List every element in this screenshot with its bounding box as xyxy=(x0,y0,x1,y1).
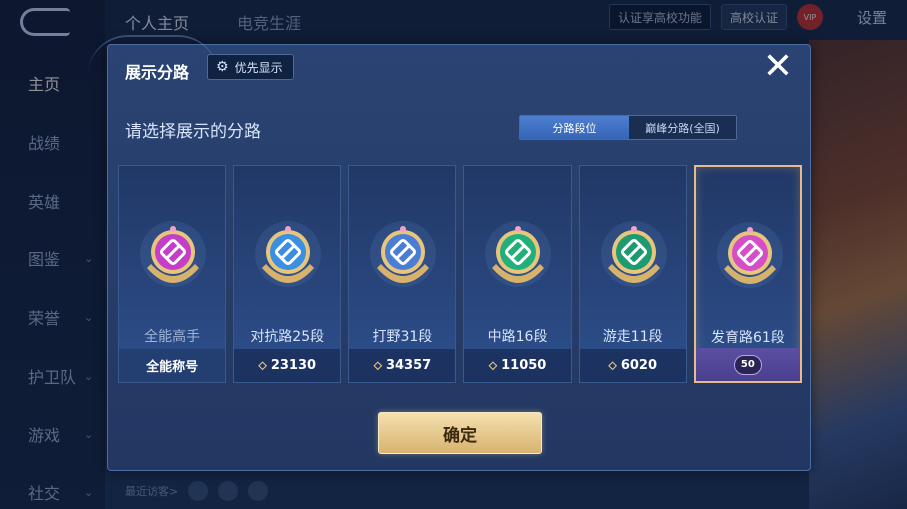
star-count-badge: 50 xyxy=(733,354,762,375)
roam-emblem xyxy=(600,221,667,287)
dialog-subtitle: 请选择展示的分路 xyxy=(125,122,261,142)
lane-card[interactable]: 发育路61段 50 xyxy=(693,165,802,383)
tab-peak-lane[interactable]: 巅峰分路(全国) xyxy=(629,116,736,139)
lane-card-name: 发育路61段 xyxy=(710,330,785,346)
lane-mode-toggle: 分路段位 巅峰分路(全国) xyxy=(519,115,737,140)
power-icon: ⬦ xyxy=(608,358,617,372)
close-icon[interactable]: ✕ xyxy=(762,49,794,85)
lane-card-name: 中路16段 xyxy=(487,329,548,345)
lane-card[interactable]: 打野31段 ⬦ 34357 xyxy=(348,165,457,383)
power-icon: ⬦ xyxy=(258,358,267,372)
lane-card-footer: ⬦ 11050 xyxy=(464,349,571,382)
allround-emblem xyxy=(140,221,206,287)
dialog-title: 展示分路 xyxy=(125,63,190,82)
lane-card-footer: ⬦ 34357 xyxy=(349,349,456,382)
power-score: 11050 xyxy=(501,358,547,373)
lane-card-footer: 全能称号 xyxy=(119,349,226,382)
tab-lane-rank[interactable]: 分路段位 xyxy=(520,116,629,139)
lane-card-name: 对抗路25段 xyxy=(250,329,325,345)
lane-card-footer: 50 xyxy=(695,348,800,381)
power-score: 34357 xyxy=(385,358,432,373)
lane-card-name: 全能高手 xyxy=(144,329,201,345)
lane-card-name: 打野31段 xyxy=(372,329,433,345)
lane-card[interactable]: 对抗路25段 ⬦ 23130 xyxy=(233,165,342,383)
jungle-emblem xyxy=(370,221,437,287)
lane-card[interactable]: 全能高手 全能称号 xyxy=(118,165,227,383)
priority-display-label: 优先显示 xyxy=(234,60,283,75)
title-label: 全能称号 xyxy=(146,360,199,375)
clash-lane-emblem xyxy=(255,221,322,287)
lane-card[interactable]: 中路16段 ⬦ 11050 xyxy=(463,165,572,383)
farm-lane-emblem xyxy=(716,222,783,288)
mid-lane-emblem xyxy=(485,221,552,287)
priority-display-button[interactable]: ⚙ 优先显示 xyxy=(207,54,294,80)
gear-icon: ⚙ xyxy=(216,59,229,75)
power-score: 23130 xyxy=(270,358,317,373)
lane-card-footer: ⬦ 6020 xyxy=(579,349,686,382)
lane-card-list: 全能高手 全能称号 对抗路25段 ⬦ 23130 打野31段 ⬦ 34357 中路16段 ⬦ 110… xyxy=(118,165,802,383)
confirm-button[interactable]: 确定 xyxy=(378,412,542,454)
power-icon: ⬦ xyxy=(373,358,382,372)
lane-display-dialog: 展示分路 ⚙ 优先显示 ✕ 请选择展示的分路 分路段位 巅峰分路(全国) 全能高… xyxy=(88,35,811,471)
power-score: 6020 xyxy=(620,358,657,373)
power-icon: ⬦ xyxy=(488,358,498,372)
lane-card-name: 游走11段 xyxy=(602,329,663,345)
lane-card-footer: ⬦ 23130 xyxy=(234,349,341,382)
lane-card[interactable]: 游走11段 ⬦ 6020 xyxy=(578,165,687,383)
